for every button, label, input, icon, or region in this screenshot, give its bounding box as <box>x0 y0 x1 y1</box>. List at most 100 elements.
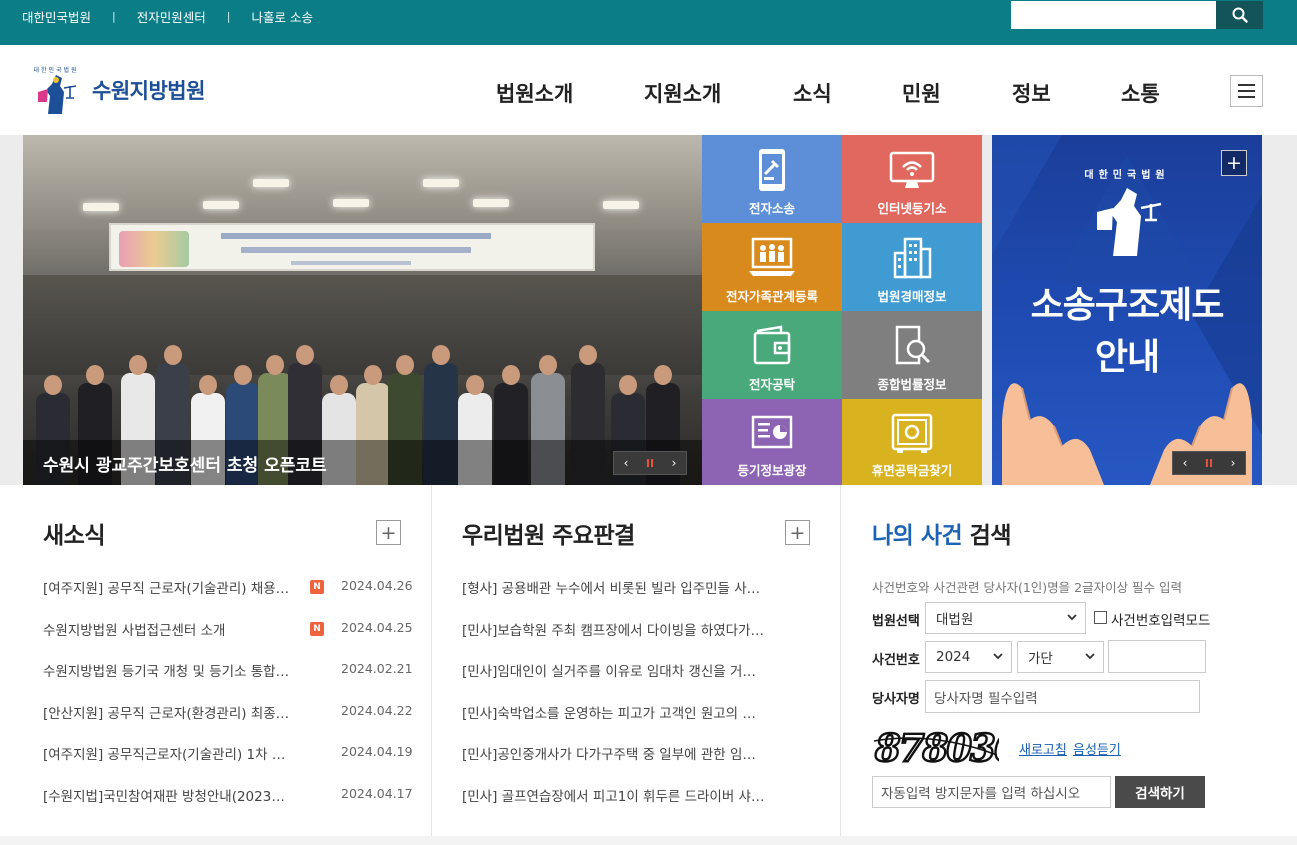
case-serial-input[interactable] <box>1108 640 1206 673</box>
news-item-title[interactable]: 수원지방법원 사법접근센터 소개 <box>43 619 299 639</box>
person-head <box>86 365 104 385</box>
all-menu-button[interactable] <box>1230 75 1263 107</box>
news-item-date: 2024.04.25 <box>341 619 413 635</box>
next-banner-button[interactable]: › <box>1221 452 1245 474</box>
person-head <box>44 375 62 395</box>
ruling-item-title[interactable]: [민사]임대인이 실거주를 이유로 임대차 갱신을 거… <box>462 660 774 680</box>
svg-text:대한민국법원: 대한민국법원 <box>1084 168 1169 181</box>
tile-label: 종합법률정보 <box>877 377 947 392</box>
tile-dormant-deposit[interactable]: 휴면공탁금찾기 <box>842 399 982 485</box>
top-link-e-civil-center[interactable]: 전자민원센터 <box>137 7 206 26</box>
captcha-input-placeholder: 자동입력 방지문자를 입력 하십시오 <box>881 786 1081 802</box>
pause-slide-button[interactable]: II <box>638 452 662 474</box>
photo-light <box>333 199 369 207</box>
footer-band <box>0 836 1297 845</box>
tile-e-family-registration[interactable]: 전자가족관계등록 <box>702 223 842 311</box>
rulings-more-button[interactable]: + <box>785 520 810 545</box>
tile-label: 휴면공탁금찾기 <box>871 463 953 478</box>
nav-news[interactable]: 소식 <box>793 78 832 108</box>
photo-light <box>203 201 239 209</box>
case-type-value: 가단 <box>1028 651 1053 667</box>
ruling-item-title[interactable]: [민사]숙박업소를 운영하는 피고가 고객인 원고의 … <box>462 702 774 722</box>
news-item-date: 2024.02.21 <box>341 661 413 676</box>
prev-banner-button[interactable]: ‹ <box>1173 452 1197 474</box>
chevron-down-icon <box>1067 614 1077 621</box>
person-head <box>654 365 672 385</box>
site-search-input[interactable] <box>1011 1 1216 29</box>
photo-light <box>253 179 289 187</box>
news-item-title[interactable]: [안산지원] 공무직 근로자(환경관리) 최종… <box>43 702 299 722</box>
tile-e-litigation[interactable]: 전자소송 <box>702 135 842 223</box>
banner-slider-controls: ‹ II › <box>1172 451 1246 475</box>
tile-registry-plaza[interactable]: 등기정보광장 <box>702 399 842 485</box>
wifi-monitor-icon <box>889 151 935 188</box>
person-head <box>502 365 520 385</box>
captcha-graphic: 878036 <box>873 725 1022 771</box>
photo-caption[interactable]: 수원시 광교주간보호센터 초청 오픈코트 <box>43 451 327 476</box>
nav-branch-intro[interactable]: 지원소개 <box>644 78 721 108</box>
top-links: 대한민국법원 | 전자민원센터 | 나홀로 소송 <box>22 7 313 26</box>
chevron-left-icon: ‹ <box>1182 456 1188 470</box>
nav-info[interactable]: 정보 <box>1012 78 1051 108</box>
photo-ceiling <box>23 135 702 230</box>
top-link-korean-court[interactable]: 대한민국법원 <box>22 7 91 26</box>
case-search-button[interactable]: 검색하기 <box>1115 776 1205 808</box>
pause-banner-button[interactable]: II <box>1197 452 1221 474</box>
ruling-item-title[interactable]: [형사] 공용배관 누수에서 비롯된 빌라 입주민들 사… <box>462 577 774 597</box>
party-name-label: 당사자명 <box>872 692 920 707</box>
case-number-mode-checkbox[interactable] <box>1094 611 1107 624</box>
case-year-select[interactable]: 2024 <box>925 641 1012 673</box>
hamburger-icon <box>1238 84 1255 86</box>
main-visual-photo[interactable] <box>23 135 702 485</box>
news-more-button[interactable]: + <box>376 520 401 545</box>
hamburger-icon <box>1238 90 1255 92</box>
person-head <box>619 375 637 395</box>
news-item-date: 2024.04.26 <box>341 578 413 593</box>
legal-aid-banner[interactable]: 대한민국법원 소송구조제도 안내 + <box>992 135 1262 485</box>
ruling-item-title[interactable]: [민사]공인중개사가 다가구주택 중 일부에 관한 임… <box>462 743 774 763</box>
pause-icon: II <box>645 456 655 470</box>
chevron-right-icon: › <box>671 456 677 470</box>
ruling-item-title[interactable]: [민사]보습학원 주최 캠프장에서 다이빙을 하였다가… <box>462 619 774 639</box>
column-divider <box>840 485 841 845</box>
news-item-title[interactable]: 수원지방법원 등기국 개청 및 등기소 통합… <box>43 660 299 680</box>
case-year-value: 2024 <box>936 649 971 665</box>
nav-civil-service[interactable]: 민원 <box>902 78 941 108</box>
case-search-title-highlight: 나의 사건 <box>872 523 963 549</box>
person-head <box>579 345 597 365</box>
nav-court-intro[interactable]: 법원소개 <box>496 78 573 108</box>
tile-legal-info[interactable]: 종합법률정보 <box>842 311 982 399</box>
news-item-title[interactable]: [여주지원] 공무직근로자(기술관리) 1차 … <box>43 743 299 763</box>
nav-communication[interactable]: 소통 <box>1121 78 1160 108</box>
captcha-refresh-link[interactable]: 새로고침 <box>1019 739 1067 758</box>
prev-slide-button[interactable]: ‹ <box>614 452 638 474</box>
tile-auction-info[interactable]: 법원경매정보 <box>842 223 982 311</box>
top-link-separator: | <box>112 10 116 23</box>
pause-icon: II <box>1204 456 1214 470</box>
site-search-button[interactable] <box>1216 1 1263 29</box>
court-select[interactable]: 대법원 <box>925 602 1086 634</box>
person-head <box>432 345 450 365</box>
case-type-select[interactable]: 가단 <box>1017 641 1104 673</box>
captcha-text: 878036 <box>874 726 999 769</box>
person-head <box>164 345 182 365</box>
captcha-audio-link[interactable]: 음성듣기 <box>1073 739 1121 758</box>
person-head <box>296 345 314 365</box>
case-number-mode-label[interactable]: 사건번호입력모드 <box>1111 609 1210 629</box>
next-slide-button[interactable]: › <box>662 452 686 474</box>
ruling-item-title[interactable]: [민사] 골프연습장에서 피고1이 휘두른 드라이버 샤… <box>462 785 774 805</box>
tile-e-deposit[interactable]: 전자공탁 <box>702 311 842 399</box>
news-item-date: 2024.04.17 <box>341 785 413 801</box>
news-item-title[interactable]: [여주지원] 공무직 근로자(기술관리) 채용… <box>43 577 299 597</box>
top-link-self-litigation[interactable]: 나홀로 소송 <box>251 7 312 26</box>
tile-internet-registry[interactable]: 인터넷등기소 <box>842 135 982 223</box>
news-item-title[interactable]: [수원지법]국민참여재판 방청안내(2023… <box>43 785 299 805</box>
chevron-down-icon <box>1085 653 1095 660</box>
person-head <box>234 365 252 385</box>
party-name-input[interactable]: 당사자명 필수입력 <box>925 680 1200 713</box>
tile-label: 전자가족관계등록 <box>725 289 818 304</box>
captcha-input[interactable]: 자동입력 방지문자를 입력 하십시오 <box>872 776 1111 808</box>
plus-icon: + <box>1226 152 1242 174</box>
legal-aid-more-button[interactable]: + <box>1221 150 1247 176</box>
case-number-label: 사건번호 <box>872 653 920 668</box>
